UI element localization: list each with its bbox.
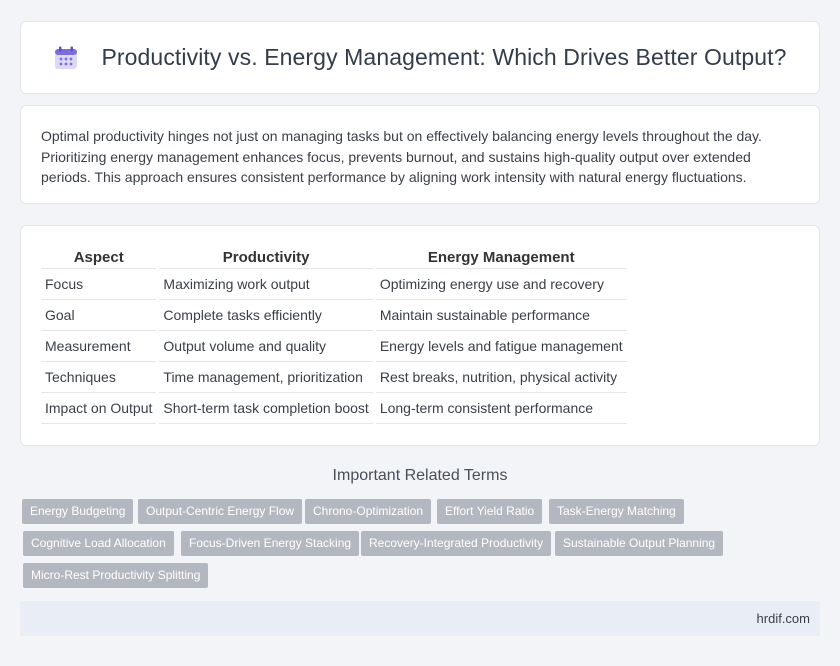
table-cell: Maintain sustainable performance (375, 300, 627, 331)
table-row: Goal Complete tasks efficiently Maintain… (41, 300, 627, 331)
comparison-card: Aspect Productivity Energy Management Fo… (20, 225, 820, 446)
related-term-tag[interactable]: Focus-Driven Energy Stacking (181, 531, 360, 556)
column-header-aspect: Aspect (41, 246, 157, 269)
table-cell: Short-term task completion boost (159, 393, 373, 424)
related-term-tag[interactable]: Cognitive Load Allocation (23, 531, 174, 556)
table-cell: Optimizing energy use and recovery (375, 269, 627, 300)
related-term-tag[interactable]: Recovery-Integrated Productivity (361, 531, 552, 556)
related-term-tag[interactable]: Micro-Rest Productivity Splitting (23, 563, 209, 588)
related-term-tag[interactable]: Task-Energy Matching (549, 499, 684, 524)
table-header-row: Aspect Productivity Energy Management (41, 246, 627, 269)
table-cell: Goal (41, 300, 157, 331)
header-card: Productivity vs. Energy Management: Whic… (20, 21, 820, 94)
related-term-tag[interactable]: Energy Budgeting (22, 499, 134, 524)
table-row: Impact on Output Short-term task complet… (41, 393, 627, 424)
table-row: Measurement Output volume and quality En… (41, 331, 627, 362)
footer-bar: hrdif.com (20, 601, 820, 636)
calendar-icon (53, 45, 79, 71)
table-cell: Impact on Output (41, 393, 157, 424)
table-cell: Focus (41, 269, 157, 300)
related-term-tag[interactable]: Effort Yield Ratio (437, 499, 543, 524)
table-row: Focus Maximizing work output Optimizing … (41, 269, 627, 300)
column-header-productivity: Productivity (159, 246, 373, 269)
table-cell: Maximizing work output (159, 269, 373, 300)
page-title: Productivity vs. Energy Management: Whic… (101, 44, 787, 70)
related-term-tag[interactable]: Sustainable Output Planning (555, 531, 724, 556)
table-cell: Long-term consistent performance (375, 393, 627, 424)
related-terms-heading: Important Related Terms (332, 467, 508, 484)
table-cell: Output volume and quality (159, 331, 373, 362)
related-term-tag[interactable]: Chrono-Optimization (305, 499, 432, 524)
related-term-tag[interactable]: Output-Centric Energy Flow (138, 499, 303, 524)
table-row: Techniques Time management, prioritizati… (41, 362, 627, 393)
table-cell: Time management, prioritization (159, 362, 373, 393)
column-header-energy-management: Energy Management (375, 246, 627, 269)
table-cell: Techniques (41, 362, 157, 393)
table-cell: Measurement (41, 331, 157, 362)
intro-card: Optimal productivity hinges not just on … (20, 105, 820, 204)
comparison-table: Aspect Productivity Energy Management Fo… (38, 246, 630, 424)
footer-site-link[interactable]: hrdif.com (757, 611, 810, 626)
table-cell: Energy levels and fatigue management (375, 331, 627, 362)
table-cell: Complete tasks efficiently (159, 300, 373, 331)
table-cell: Rest breaks, nutrition, physical activit… (375, 362, 627, 393)
intro-paragraph: Optimal productivity hinges not just on … (41, 128, 762, 185)
